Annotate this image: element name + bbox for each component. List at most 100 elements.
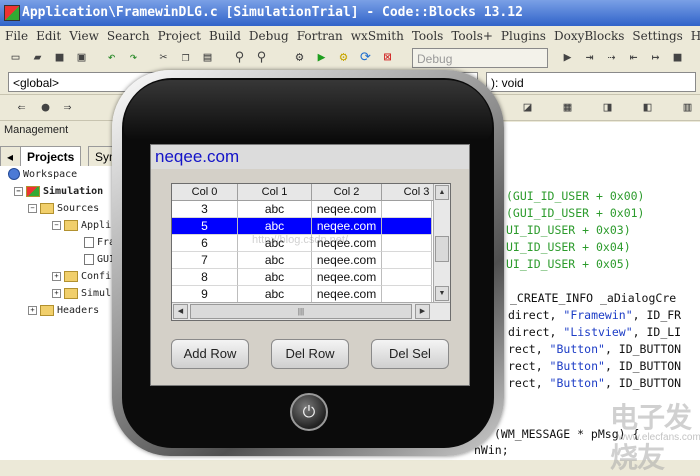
find-icon[interactable]: ⚲ xyxy=(232,50,247,65)
cut-icon[interactable]: ✂ xyxy=(156,50,171,65)
table-cell: neqee.com xyxy=(312,252,382,269)
redo-icon[interactable]: ↷ xyxy=(126,50,141,65)
del-sel-button[interactable]: Del Sel xyxy=(371,339,449,369)
column-header[interactable]: Col 0 xyxy=(172,184,238,201)
code-line: rect, "Button", ID_BUTTON xyxy=(508,342,682,356)
site-watermark-url: www.elecfans.com xyxy=(618,432,700,443)
debug-continue-icon[interactable]: ▶ xyxy=(560,50,575,65)
uncomment-icon[interactable]: ◧ xyxy=(640,100,655,115)
table-cell: abc xyxy=(238,269,312,286)
menu-settings[interactable]: Settings xyxy=(627,26,685,46)
menu-search[interactable]: Search xyxy=(102,26,153,46)
code-line: direct, "Listview", ID_LI xyxy=(508,325,682,339)
tree-node-simulation[interactable]: + Simul xyxy=(52,287,111,301)
table-cell: abc xyxy=(238,201,312,218)
table-row[interactable]: 9 abc neqee.com xyxy=(172,286,432,303)
scroll-down-icon[interactable]: ▼ xyxy=(435,286,449,301)
save-all-icon[interactable]: ▣ xyxy=(74,50,89,65)
window-title: Application\FramewinDLG.c [SimulationTri… xyxy=(22,5,523,20)
abort-icon[interactable]: ⊠ xyxy=(380,50,395,65)
scroll-left-icon[interactable]: ◀ xyxy=(173,304,188,319)
build-target-select[interactable]: Debug xyxy=(412,48,548,68)
table-cell xyxy=(382,201,432,218)
highlight-icon[interactable]: ◨ xyxy=(600,100,615,115)
add-row-button[interactable]: Add Row xyxy=(171,339,249,369)
table-row[interactable]: 8 abc neqee.com xyxy=(172,269,432,286)
table-cell: neqee.com xyxy=(312,286,382,303)
step-out-icon[interactable]: ⇤ xyxy=(626,50,641,65)
menu-wxsmith[interactable]: wxSmith xyxy=(346,26,407,46)
menu-edit[interactable]: Edit xyxy=(31,26,64,46)
copy-icon[interactable]: ❐ xyxy=(178,50,193,65)
menu-file[interactable]: File xyxy=(0,26,31,46)
listview-horizontal-scrollbar[interactable]: ◀ ||| ▶ xyxy=(172,302,450,320)
table-row[interactable]: 7 abc neqee.com xyxy=(172,252,432,269)
jump-back-icon[interactable]: ⇐ xyxy=(14,100,29,115)
listview-header: Col 0 Col 1 Col 2 Col 3 xyxy=(172,184,450,201)
menu-view[interactable]: View xyxy=(64,26,102,46)
table-cell xyxy=(382,235,432,252)
tree-node-sources[interactable]: − Sources xyxy=(28,202,99,216)
menu-build[interactable]: Build xyxy=(204,26,244,46)
scroll-up-icon[interactable]: ▲ xyxy=(435,185,449,200)
menu-doxyblocks[interactable]: DoxyBlocks xyxy=(549,26,627,46)
undo-icon[interactable]: ↶ xyxy=(104,50,119,65)
step-over-icon[interactable]: ⇢ xyxy=(604,50,619,65)
power-button-icon[interactable]: ⏻ xyxy=(290,393,328,431)
del-row-button[interactable]: Del Row xyxy=(271,339,349,369)
listview[interactable]: Col 0 Col 1 Col 2 Col 3 3 abc neqee.com … xyxy=(171,183,451,321)
blog-url-watermark: http://blog.csdn.net/ xyxy=(252,234,349,246)
gear-icon[interactable]: ⚙ xyxy=(292,50,307,65)
replace-icon[interactable]: ⚲ xyxy=(254,50,269,65)
stop-debug-icon[interactable]: ■ xyxy=(670,50,685,65)
tree-node-framewin-file[interactable]: Fra xyxy=(84,236,115,250)
bezel-gloss xyxy=(124,80,492,140)
vertical-scroll-thumb[interactable] xyxy=(435,236,449,262)
rebuild-icon[interactable]: ⟳ xyxy=(358,50,373,65)
tree-node-gui-file[interactable]: GUI xyxy=(84,253,115,267)
framewin-title: neqee.com xyxy=(151,145,469,169)
scroll-right-icon[interactable]: ▶ xyxy=(415,304,430,319)
run-icon[interactable]: ▶ xyxy=(314,50,329,65)
bookmark-icon[interactable]: ● xyxy=(38,100,53,115)
code-line: _CREATE_INFO _aDialogCre xyxy=(510,291,677,305)
next-instruction-icon[interactable]: ↦ xyxy=(648,50,663,65)
menu-fortran[interactable]: Fortran xyxy=(292,26,346,46)
table-row-selected[interactable]: 5 abc neqee.com xyxy=(172,218,432,235)
jump-forward-icon[interactable]: ⇒ xyxy=(60,100,75,115)
column-header[interactable]: Col 2 xyxy=(312,184,382,201)
tree-node-headers[interactable]: + Headers xyxy=(28,304,99,318)
column-header[interactable]: Col 1 xyxy=(238,184,312,201)
table-cell xyxy=(382,269,432,286)
code-line: UI_ID_USER + 0x04) xyxy=(506,240,631,254)
tree-node-config[interactable]: + Confi xyxy=(52,270,111,284)
menu-debug[interactable]: Debug xyxy=(244,26,292,46)
code-line: rect, "Button", ID_BUTTON xyxy=(508,359,682,373)
menu-project[interactable]: Project xyxy=(153,26,204,46)
menu-plugins[interactable]: Plugins xyxy=(496,26,549,46)
table-cell: 6 xyxy=(172,235,238,252)
menu-help[interactable]: Help xyxy=(686,26,700,46)
table-cell: neqee.com xyxy=(312,201,382,218)
function-select[interactable]: ): void xyxy=(486,72,696,92)
build-run-icon[interactable]: ⚙ xyxy=(336,50,351,65)
tree-node-project[interactable]: − Simulation xyxy=(14,185,103,199)
toggle-comment-icon[interactable]: ◪ xyxy=(520,100,535,115)
select-all-icon[interactable]: ▦ xyxy=(560,100,575,115)
paste-icon[interactable]: ▤ xyxy=(200,50,215,65)
table-cell: 7 xyxy=(172,252,238,269)
menu-tools-plus[interactable]: Tools+ xyxy=(446,26,496,46)
table-row[interactable]: 3 abc neqee.com xyxy=(172,201,432,218)
toggle-block-icon[interactable]: ▥ xyxy=(680,100,695,115)
tree-node-workspace[interactable]: Workspace xyxy=(8,168,77,182)
open-folder-icon[interactable]: ▰ xyxy=(30,50,45,65)
save-icon[interactable]: ■ xyxy=(52,50,67,65)
horizontal-scroll-thumb[interactable]: ||| xyxy=(190,304,412,319)
step-into-icon[interactable]: ⇥ xyxy=(582,50,597,65)
tree-node-application[interactable]: − Appli xyxy=(52,219,111,233)
new-file-icon[interactable]: ▭ xyxy=(8,50,23,65)
tab-projects[interactable]: Projects xyxy=(20,146,82,167)
listview-vertical-scrollbar[interactable]: ▲ ▼ xyxy=(433,184,450,302)
menu-tools[interactable]: Tools xyxy=(407,26,447,46)
table-cell: neqee.com xyxy=(312,269,382,286)
